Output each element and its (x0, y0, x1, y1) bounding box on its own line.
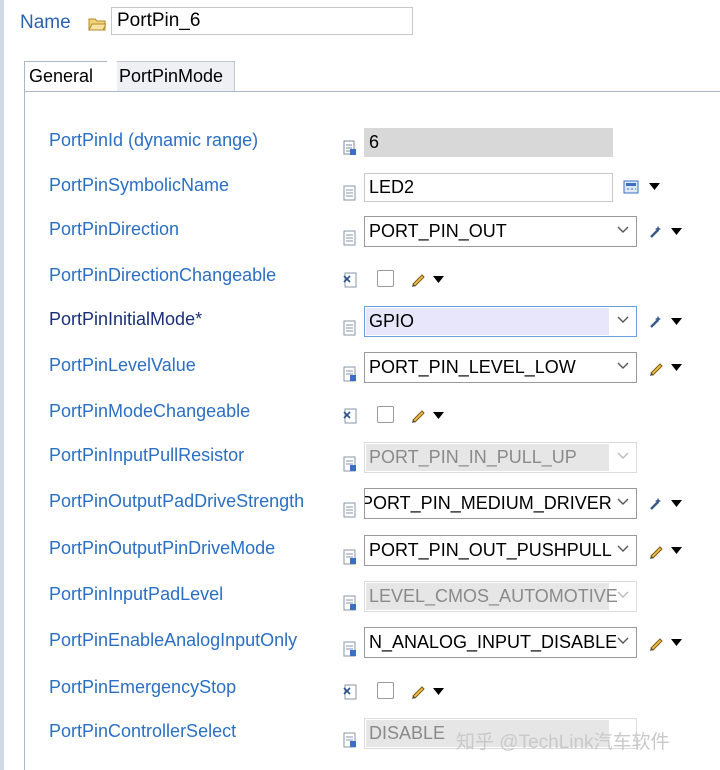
analog-input-select[interactable]: N_ANALOG_INPUT_DISABLE (364, 627, 637, 658)
pencil-icon[interactable] (648, 635, 664, 651)
name-input[interactable]: PortPin_6 (111, 7, 413, 35)
field-label: PortPinSymbolicName (49, 175, 230, 195)
emergency-stop-checkbox[interactable] (377, 682, 394, 699)
watermark: 知乎 @TechLink汽车软件 (456, 732, 670, 753)
chevron-down-icon (617, 316, 629, 323)
param-bool-icon (343, 272, 357, 288)
param-enum-icon (343, 732, 356, 748)
param-doc-icon (343, 185, 356, 201)
row-direction: PortPinDirection PORT_PIN_OUT (0, 216, 720, 256)
tab-bar: General PortPinMode (24, 61, 720, 92)
param-enum-icon (343, 366, 356, 382)
field-label: PortPinInitialMode* (49, 309, 203, 329)
direction-changeable-checkbox[interactable] (377, 270, 394, 287)
wand-icon[interactable] (648, 496, 664, 512)
chevron-down-icon[interactable] (433, 276, 444, 283)
select-value: GPIO (369, 311, 415, 331)
select-value: DISABLE (369, 723, 446, 743)
field-label: PortPinOutputPadDriveStrength (49, 491, 305, 511)
chevron-down-icon (617, 545, 629, 552)
select-value: PORT_PIN_IN_PULL_UP (369, 447, 577, 467)
row-symbolic-name: PortPinSymbolicName LED2 (0, 172, 720, 212)
param-calc-icon (343, 140, 356, 155)
pencil-icon[interactable] (648, 543, 664, 559)
portpinid-value: 6 (364, 128, 613, 157)
row-drive-strength: PortPinOutputPadDriveStrength PORT_PIN_M… (0, 488, 720, 528)
chevron-down-icon[interactable] (671, 547, 682, 554)
chevron-down-icon[interactable] (671, 639, 682, 646)
row-pad-level: PortPinInputPadLevel LEVEL_CMOS_AUTOMOTI… (0, 581, 720, 621)
select-value: PORT_PIN_OUT (369, 221, 507, 241)
param-doc-icon (343, 230, 356, 246)
field-label: PortPinDirection (49, 219, 180, 239)
chevron-down-icon (617, 452, 629, 459)
param-bool-icon (343, 684, 357, 700)
level-value-select[interactable]: PORT_PIN_LEVEL_LOW (364, 352, 637, 383)
param-doc-icon (343, 320, 356, 336)
field-label: PortPinOutputPinDriveMode (49, 538, 276, 558)
row-initial-mode: PortPinInitialMode* GPIO (0, 306, 720, 346)
row-emergency-stop: PortPinEmergencyStop (0, 674, 720, 714)
param-enum-icon (343, 549, 356, 565)
param-enum-icon (343, 456, 356, 472)
select-value: PORT_PIN_LEVEL_LOW (369, 357, 576, 377)
folder-icon (88, 18, 106, 31)
chevron-down-icon (617, 226, 629, 233)
pencil-icon[interactable] (648, 360, 664, 376)
param-enum-icon (343, 595, 356, 611)
chevron-down-icon (617, 591, 629, 598)
field-label: PortPinControllerSelect (49, 721, 237, 741)
row-portpinid: PortPinId (dynamic range) 6 (0, 127, 720, 167)
chevron-down-icon[interactable] (671, 318, 682, 325)
select-value: PORT_PIN_OUT_PUSHPULL (369, 540, 612, 560)
name-label: Name (20, 12, 71, 33)
select-value: N_ANALOG_INPUT_DISABLE (369, 632, 618, 652)
wand-icon[interactable] (648, 224, 664, 240)
row-drive-mode: PortPinOutputPinDriveMode PORT_PIN_OUT_P… (0, 535, 720, 575)
tab-general[interactable]: General (24, 61, 108, 92)
select-value: PORT_PIN_MEDIUM_DRIVER (364, 493, 612, 513)
drive-strength-select[interactable]: PORT_PIN_MEDIUM_DRIVER (364, 488, 637, 519)
field-label: PortPinModeChangeable (49, 401, 251, 421)
field-label: PortPinEmergencyStop (49, 677, 237, 697)
chevron-down-icon[interactable] (671, 500, 682, 507)
row-pull-resistor: PortPinInputPullResistor PORT_PIN_IN_PUL… (0, 442, 720, 482)
chevron-down-icon[interactable] (649, 183, 660, 190)
mode-changeable-checkbox[interactable] (377, 406, 394, 423)
drive-mode-select[interactable]: PORT_PIN_OUT_PUSHPULL (364, 535, 637, 566)
chevron-down-icon[interactable] (671, 228, 682, 235)
chevron-down-icon (617, 637, 629, 644)
select-value: LEVEL_CMOS_AUTOMOTIVE (369, 586, 618, 606)
chevron-down-icon (617, 362, 629, 369)
row-level-value: PortPinLevelValue PORT_PIN_LEVEL_LOW (0, 352, 720, 392)
field-label: PortPinInputPullResistor (49, 445, 245, 465)
row-analog-input: PortPinEnableAnalogInputOnly N_ANALOG_IN… (0, 627, 720, 667)
pad-level-select: LEVEL_CMOS_AUTOMOTIVE (364, 581, 637, 612)
field-label: PortPinDirectionChangeable (49, 265, 277, 285)
pull-resistor-select: PORT_PIN_IN_PULL_UP (364, 442, 637, 473)
row-direction-changeable: PortPinDirectionChangeable (0, 262, 720, 302)
symbolic-name-input[interactable]: LED2 (364, 173, 613, 202)
field-label: PortPinId (dynamic range) (49, 130, 259, 150)
pencil-icon[interactable] (410, 407, 426, 423)
param-enum-icon (343, 641, 356, 657)
param-bool-icon (343, 408, 357, 424)
wand-icon[interactable] (648, 314, 664, 330)
chevron-down-icon[interactable] (433, 688, 444, 695)
chevron-down-icon[interactable] (671, 364, 682, 371)
field-label: PortPinInputPadLevel (49, 584, 224, 604)
pencil-icon[interactable] (410, 271, 426, 287)
calculate-icon[interactable] (623, 179, 639, 195)
tab-portpinmode[interactable]: PortPinMode (117, 61, 235, 92)
chevron-down-icon[interactable] (433, 412, 444, 419)
chevron-down-icon (617, 498, 629, 505)
pencil-icon[interactable] (410, 683, 426, 699)
field-label: PortPinEnableAnalogInputOnly (49, 630, 298, 650)
initial-mode-select[interactable]: GPIO (364, 306, 637, 337)
direction-select[interactable]: PORT_PIN_OUT (364, 216, 637, 247)
field-label: PortPinLevelValue (49, 355, 196, 375)
row-mode-changeable: PortPinModeChangeable (0, 398, 720, 438)
param-doc-icon (343, 502, 356, 518)
